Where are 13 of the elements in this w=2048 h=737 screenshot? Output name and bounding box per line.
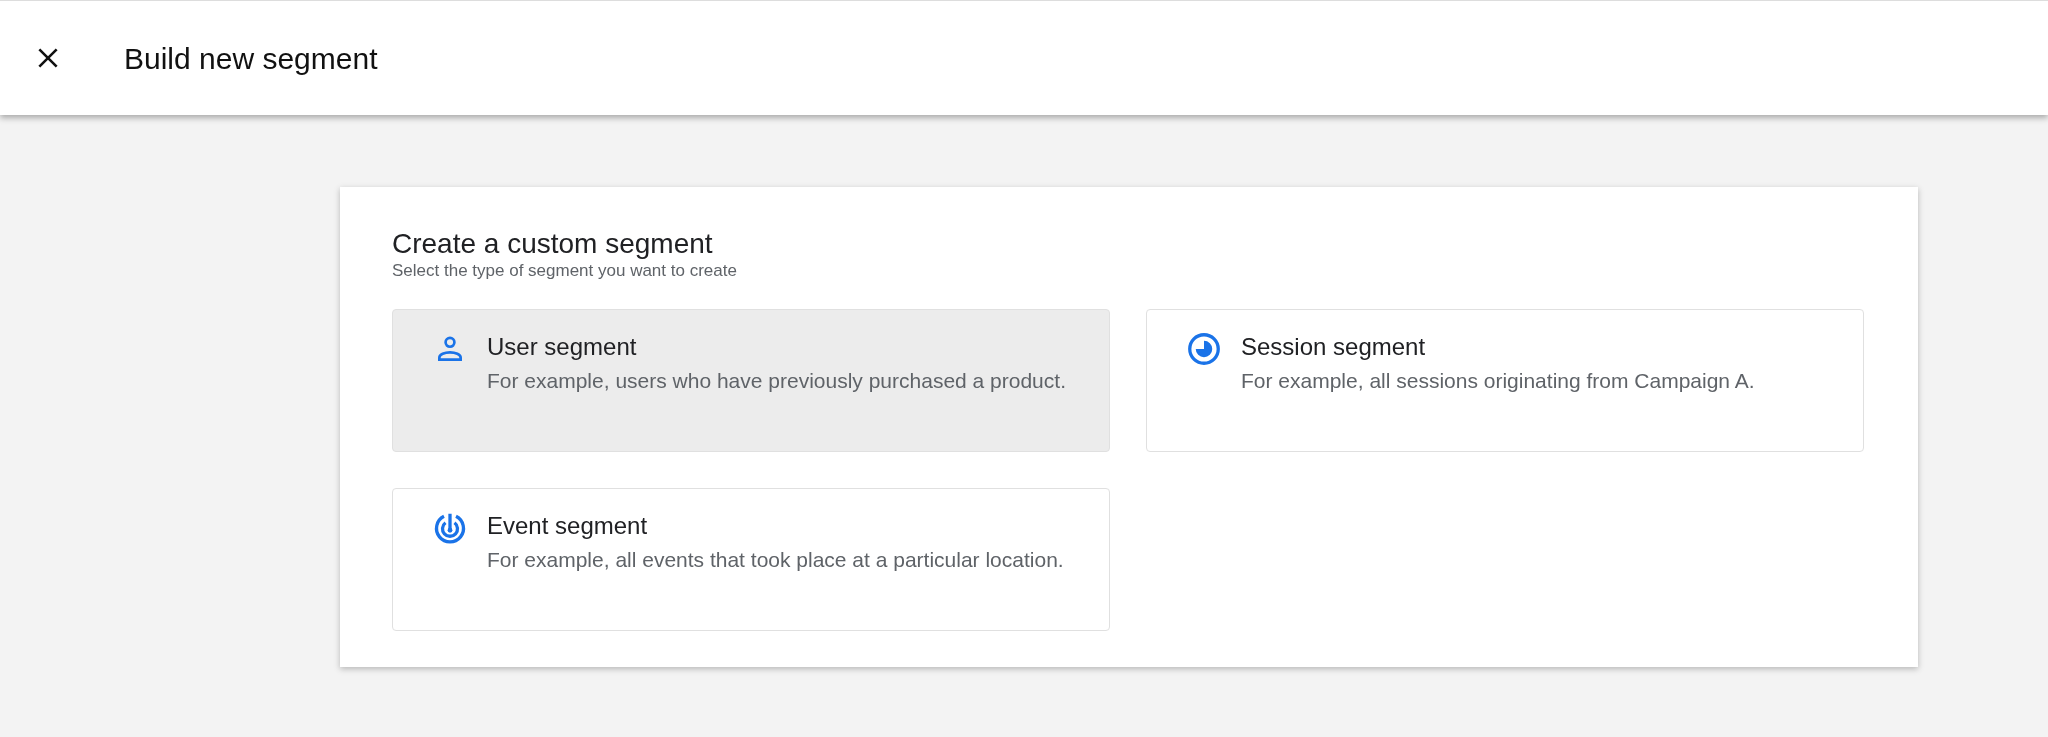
pie-clock-icon	[1186, 331, 1222, 367]
page-title: Build new segment	[124, 40, 378, 77]
option-description: For example, all events that took place at a particular location.	[487, 547, 1065, 573]
option-title: User segment	[487, 332, 638, 362]
card-subtitle: Select the type of segment you want to create	[392, 261, 738, 281]
option-description: For example, users who have previously purchased a product.	[487, 368, 1067, 394]
option-description: For example, all sessions originating from Campaign A.	[1241, 368, 1756, 394]
option-title: Event segment	[487, 511, 649, 541]
segment-option[interactable]: User segment For example, users who have previously purchased a product.	[392, 309, 1110, 452]
card-title: Create a custom segment	[392, 227, 714, 261]
option-title: Session segment	[1241, 332, 1427, 362]
segment-option[interactable]: Event segment For example, all events that took place at a particular location.	[392, 488, 1110, 631]
segment-option[interactable]: Session segment For example, all sessions originating from Campaign A.	[1146, 309, 1864, 452]
